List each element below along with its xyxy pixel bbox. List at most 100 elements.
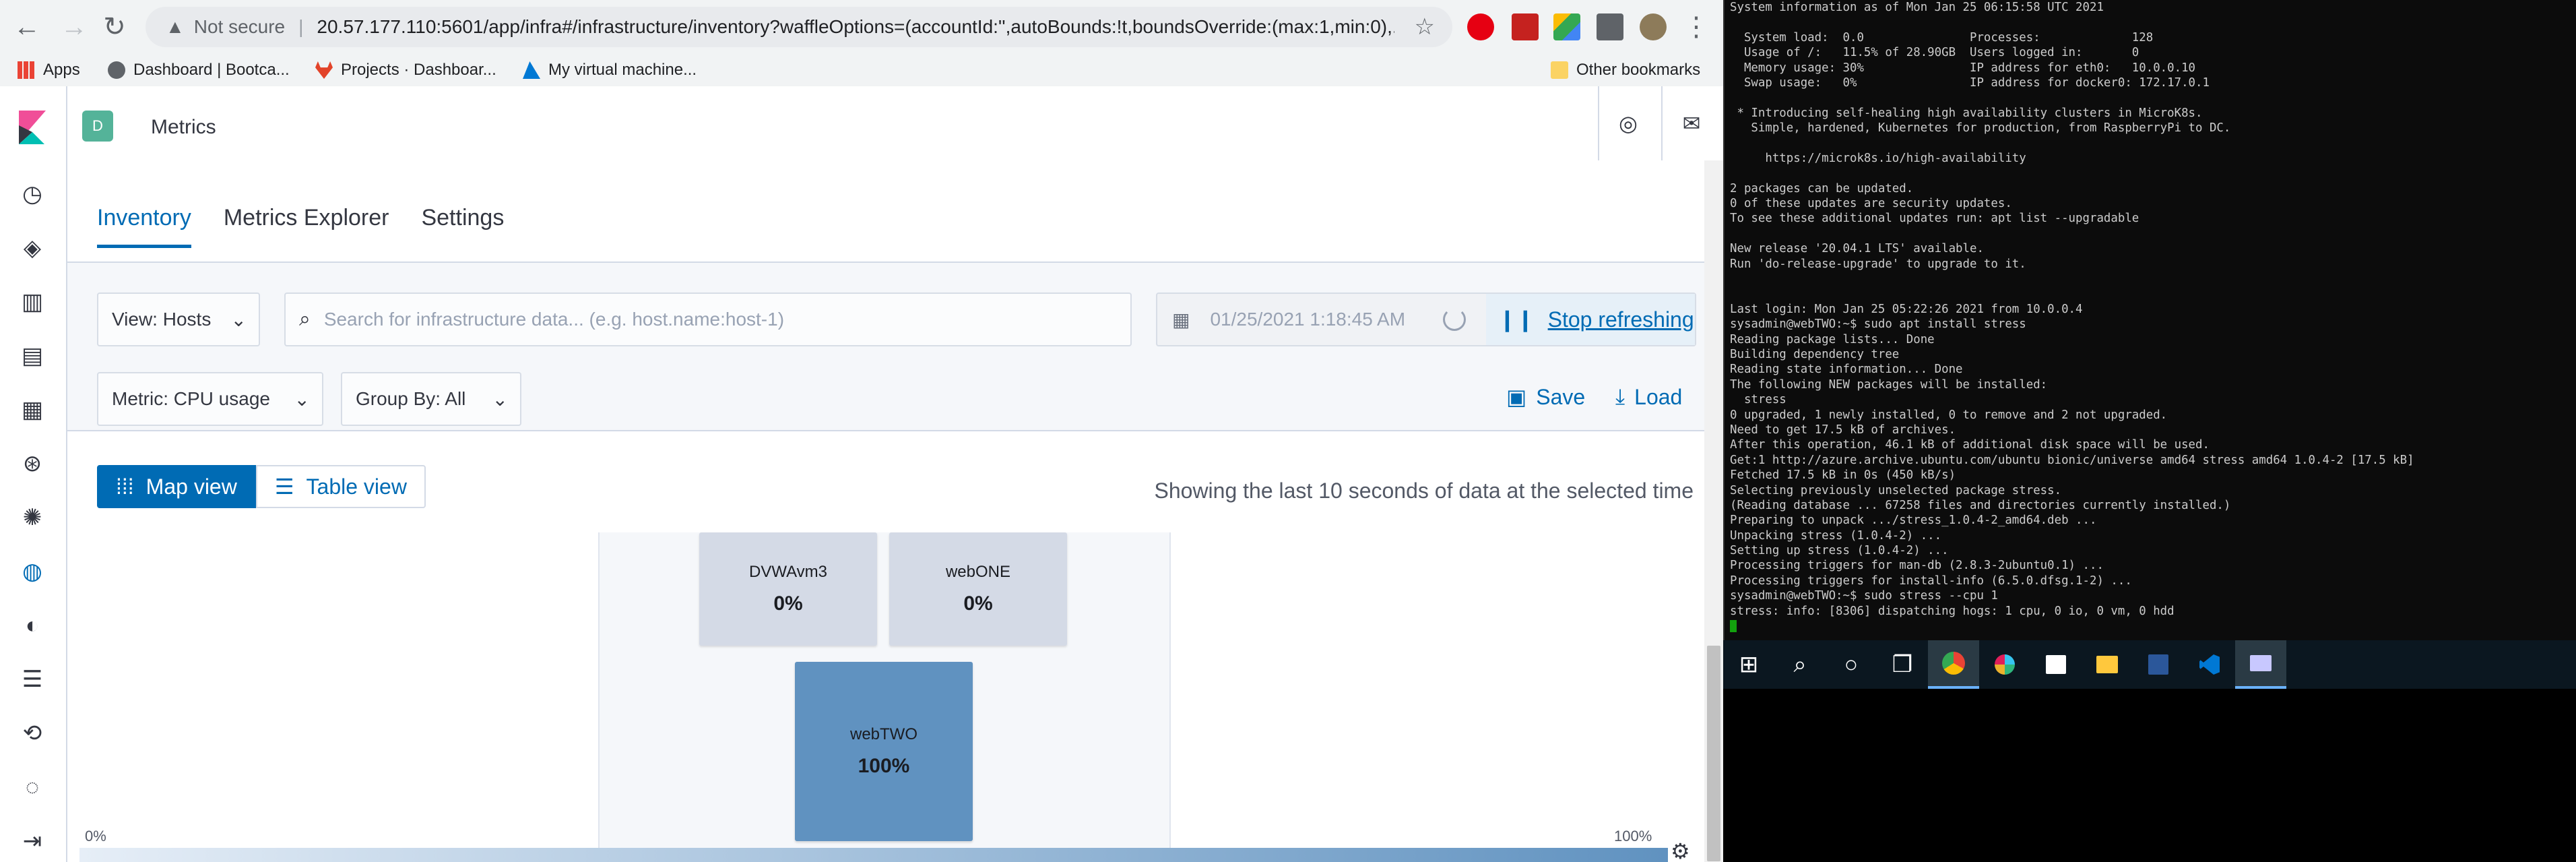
chrome-icon[interactable] [1928, 640, 1979, 689]
slack-icon[interactable] [1979, 640, 2030, 689]
bookmark-apps[interactable]: Apps [18, 61, 80, 80]
grid-icon: ⁞⁞⁞ [116, 474, 134, 499]
scrollbar-thumb[interactable] [1707, 646, 1720, 861]
canvas-icon[interactable]: ▦ [18, 395, 47, 425]
terminal-prompt[interactable] [1730, 619, 2576, 634]
table-view-label: Table view [306, 474, 407, 499]
infrastructure-icon[interactable]: ◍ [18, 557, 47, 586]
maps-icon[interactable]: ⊛ [18, 449, 47, 479]
forward-icon[interactable]: → [54, 7, 94, 47]
url-text[interactable]: 20.57.177.110:5601/app/infra#/infrastruc… [317, 16, 1394, 38]
task-view-icon[interactable]: ❐ [1877, 640, 1928, 689]
terminal-line: Building dependency tree [1730, 347, 1900, 361]
dashboard-icon[interactable]: ▤ [18, 341, 47, 371]
save-label: Save [1536, 384, 1586, 409]
side-nav: ◷ ◈ ▥ ▤ ▦ ⊛ ✺ ◍ ◐ ☰ ⟲ ◌ ⇥ [0, 160, 67, 862]
extension-icon[interactable] [1512, 13, 1539, 40]
visualize-chart-icon[interactable]: ▥ [18, 287, 47, 317]
terminal-line: Selecting previously unselected package … [1730, 483, 2062, 497]
ml-icon[interactable]: ✺ [18, 503, 47, 532]
puzzle-extensions-icon[interactable] [1597, 13, 1623, 40]
warning-icon: ▲ [166, 16, 185, 37]
metric-label: Metric: CPU usage [112, 388, 270, 409]
siem-icon[interactable]: ◌ [18, 772, 47, 802]
not-secure-label: Not secure [193, 16, 286, 37]
metric-dropdown[interactable]: Metric: CPU usage ⌄ [97, 372, 323, 426]
chevron-down-icon: ⌄ [492, 388, 508, 410]
search-icon[interactable]: ⌕ [1774, 640, 1826, 689]
pause-icon: ❙❙ [1498, 307, 1535, 332]
address-bar[interactable]: ▲ Not secure | 20.57.177.110:5601/app/in… [146, 7, 1452, 47]
bookmark-my-virtual-machine[interactable]: My virtual machine... [523, 61, 697, 80]
view-hosts-dropdown[interactable]: View: Hosts ⌄ [97, 293, 260, 346]
list-icon: ☰ [274, 474, 294, 499]
header-divider [1598, 86, 1599, 160]
group-by-label: Group By: All [356, 388, 466, 409]
node-webtwo[interactable]: webTWO 100% [795, 662, 973, 841]
recent-clock-icon[interactable]: ◷ [18, 179, 47, 209]
folder-icon [1551, 61, 1568, 79]
cortana-icon[interactable]: ○ [1826, 640, 1877, 689]
space-avatar[interactable]: D [82, 111, 113, 142]
apm-icon[interactable]: ☰ [18, 665, 47, 694]
uptime-icon[interactable]: ⟲ [18, 718, 47, 748]
node-group: DVWAvm3 0% webONE 0% webTWO 100% [598, 532, 1171, 862]
bookmark-dashboard-bootcamp[interactable]: Dashboard | Bootca... [108, 61, 290, 80]
store-icon[interactable] [2030, 640, 2082, 689]
azure-icon [523, 61, 540, 79]
back-icon[interactable]: ← [7, 7, 47, 47]
tab-settings[interactable]: Settings [421, 205, 504, 248]
save-icon: ▣ [1506, 385, 1527, 409]
table-view-button[interactable]: ☰ Table view [255, 465, 426, 508]
other-bookmarks[interactable]: Other bookmarks [1551, 61, 1700, 80]
node-webone[interactable]: webONE 0% [889, 532, 1067, 646]
view-hosts-label: View: Hosts [112, 309, 212, 330]
terminal-line: New release '20.04.1 LTS' available. [1730, 242, 1984, 256]
reload-icon[interactable]: ↻ [94, 7, 135, 47]
kebab-menu-icon[interactable]: ⋮ [1676, 7, 1716, 47]
remote-desktop-icon[interactable] [2235, 640, 2286, 689]
group-by-dropdown[interactable]: Group By: All ⌄ [341, 372, 521, 426]
help-icon[interactable]: ◎ [1611, 106, 1645, 140]
page-scrollbar[interactable] [1704, 160, 1723, 862]
adblock-extension-icon[interactable] [1467, 13, 1494, 40]
map-view-button[interactable]: ⁞⁞⁞ Map view [97, 465, 256, 508]
load-button[interactable]: ⤓ Load [1615, 384, 1682, 410]
bookmark-star-icon[interactable]: ☆ [1415, 13, 1435, 40]
date-picker[interactable]: ▦ 01/25/2021 1:18:45 AM ❙❙ Stop refreshi… [1156, 293, 1696, 346]
desktop-background [1723, 689, 2576, 862]
kibana-logo-icon[interactable] [19, 111, 46, 144]
logs-icon[interactable]: ◐ [18, 611, 47, 640]
terminal-line: After this operation, 46.1 kB of additio… [1730, 438, 2210, 452]
search-input[interactable]: ⌕ Search for infrastructure data... (e.g… [284, 293, 1132, 346]
drive-extension-icon[interactable] [1553, 13, 1580, 40]
node-dvwavm3[interactable]: DVWAvm3 0% [699, 532, 877, 646]
tab-inventory[interactable]: Inventory [97, 205, 191, 248]
file-explorer-icon[interactable] [2082, 640, 2133, 689]
node-value: 0% [773, 592, 803, 615]
windows-start-icon[interactable]: ⊞ [1723, 640, 1774, 689]
discover-compass-icon[interactable]: ◈ [18, 233, 47, 263]
profile-avatar[interactable] [1640, 13, 1667, 40]
terminal-line: sysadmin@webTWO:~$ sudo apt install stre… [1730, 317, 2026, 332]
newsfeed-mail-icon[interactable]: ✉ [1675, 106, 1708, 140]
terminal-line: 0 of these updates are security updates. [1730, 197, 2012, 211]
terminal-line: Simple, hardened, Kubernetes for product… [1730, 121, 2231, 135]
browser-window: ← → ↻ ▲ Not secure | 20.57.177.110:5601/… [0, 0, 1723, 862]
bookmark-projects-dashboard[interactable]: Projects · Dashboar... [315, 61, 496, 80]
vscode-icon[interactable] [2184, 640, 2235, 689]
stop-refreshing-button[interactable]: ❙❙ Stop refreshing [1486, 294, 1695, 345]
date-value[interactable]: 01/25/2021 1:18:45 AM [1210, 309, 1405, 330]
terminal-window[interactable]: System information as of Mon Jan 25 06:1… [1723, 0, 2576, 647]
tab-metrics-explorer[interactable]: Metrics Explorer [224, 205, 389, 248]
node-name: webONE [945, 563, 1011, 581]
save-button[interactable]: ▣ Save [1506, 384, 1585, 410]
other-bookmarks-label: Other bookmarks [1576, 61, 1701, 79]
terminal-line: (Reading database ... 67258 files and di… [1730, 498, 2231, 512]
collapse-menu-icon[interactable]: ⇥ [18, 826, 47, 856]
legend-settings-gear-icon[interactable]: ⚙ [1671, 838, 1690, 862]
word-icon[interactable] [2133, 640, 2184, 689]
